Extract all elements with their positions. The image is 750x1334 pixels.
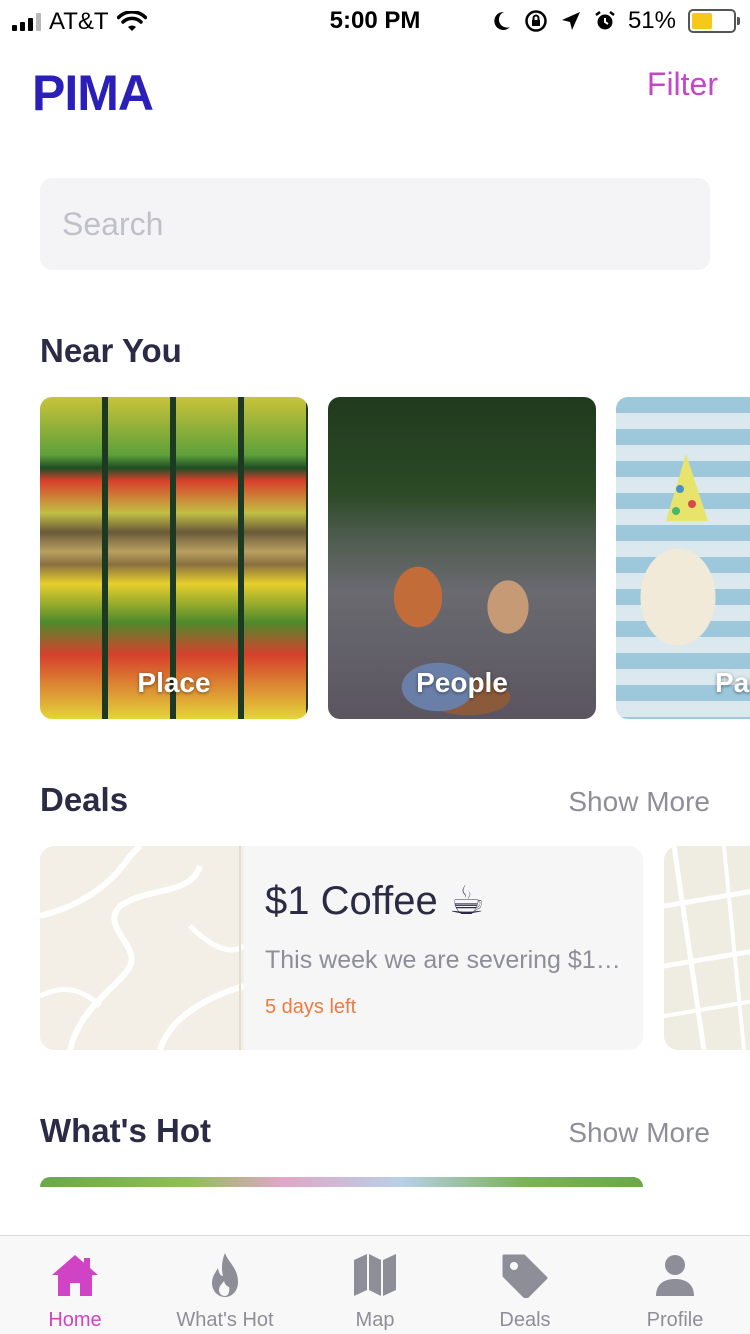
near-card-place[interactable]: Place [40, 397, 308, 719]
deal-map-thumbnail [40, 846, 244, 1050]
coffee-icon: ☕ [448, 879, 485, 923]
tab-label: Profile [646, 1309, 704, 1331]
tag-icon [502, 1254, 548, 1298]
near-card-label: People [416, 667, 508, 698]
alarm-icon [595, 11, 615, 30]
tab-map[interactable]: Map [300, 1236, 450, 1334]
app-logo: PIMA [32, 65, 154, 121]
deal-card[interactable]: $1 Coffee ☕ This week we are severing $1… [40, 846, 643, 1050]
location-arrow-icon [561, 12, 580, 30]
person-icon [656, 1255, 694, 1296]
near-you-carousel[interactable]: Place People Party [40, 397, 750, 719]
tab-deals[interactable]: Deals [450, 1236, 600, 1334]
near-card-label: Place [137, 667, 211, 698]
near-card-party[interactable]: Party [616, 397, 750, 719]
flame-icon [212, 1253, 238, 1297]
deal-map-thumbnail [664, 846, 750, 1050]
status-bar: AT&T 5:00 PM 51% [0, 0, 750, 40]
tab-label: Home [48, 1309, 102, 1331]
tab-label: Deals [499, 1309, 551, 1331]
battery-percent: 51% [627, 7, 676, 34]
map-icon [354, 1254, 396, 1296]
near-card-people[interactable]: People [328, 397, 596, 719]
party-hat-icon [666, 454, 708, 521]
near-card-label: Party [714, 667, 750, 698]
tab-bar: Home What's Hot Map Deals Profile [0, 1235, 750, 1334]
tab-label: What's Hot [176, 1309, 274, 1331]
deals-carousel[interactable]: $1 Coffee ☕ This week we are severing $1… [40, 846, 750, 1050]
deals-show-more-link[interactable]: Show More [568, 786, 710, 818]
whats-hot-card[interactable] [40, 1177, 643, 1187]
battery-icon [688, 9, 740, 33]
orientation-lock-icon [525, 10, 547, 32]
tab-whats-hot[interactable]: What's Hot [150, 1236, 300, 1334]
tab-home[interactable]: Home [0, 1236, 150, 1334]
deal-card[interactable] [664, 846, 750, 1050]
moon-icon [494, 11, 510, 30]
deal-title: $1 Coffee ☕ [265, 879, 485, 923]
tab-label: Map [355, 1309, 395, 1331]
filter-button[interactable]: Filter [647, 66, 718, 103]
deal-description: This week we are severing $1 coffee [265, 946, 625, 974]
near-you-title: Near You [40, 332, 182, 369]
deal-time-left: 5 days left [265, 996, 357, 1018]
whats-hot-title: What's Hot [40, 1112, 211, 1149]
tab-profile[interactable]: Profile [600, 1236, 750, 1334]
deals-title: Deals [40, 781, 129, 818]
home-icon [52, 1255, 98, 1296]
search-input[interactable] [40, 178, 710, 270]
whats-hot-show-more-link[interactable]: Show More [568, 1117, 710, 1149]
